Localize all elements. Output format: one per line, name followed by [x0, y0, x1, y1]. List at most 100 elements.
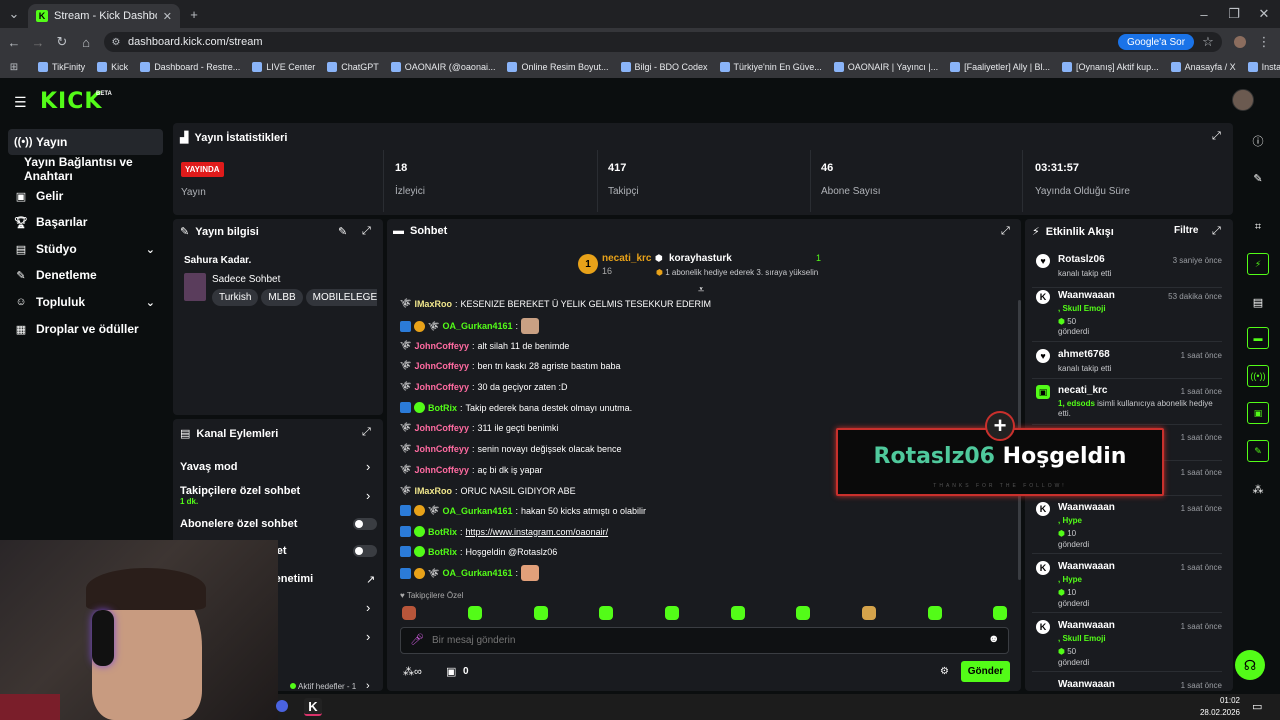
emote-icon[interactable]: [468, 606, 482, 620]
expand-icon[interactable]: ⤢: [362, 225, 371, 238]
sidebar-item-studio[interactable]: ▤ Stüdyo ⌄: [8, 236, 163, 262]
bookmark-item[interactable]: OAONAIR (@oaonai...: [390, 62, 495, 72]
bookmark-item[interactable]: TikFinity: [38, 62, 85, 72]
bookmark-item[interactable]: LIVE Center: [252, 62, 315, 72]
chat-username[interactable]: JohnCoffeyy: [414, 423, 469, 433]
bookmark-item[interactable]: Kick: [97, 62, 128, 72]
emote-only-toggle[interactable]: [353, 545, 377, 557]
chat-username[interactable]: BotRix: [428, 403, 457, 413]
tag-chip[interactable]: Turkish: [212, 289, 259, 306]
bookmark-item[interactable]: OAONAIR | Yayıncı |...: [833, 62, 938, 72]
active-goals-label[interactable]: Aktif hedefler - 1: [298, 682, 356, 691]
sidebar-item-revenue[interactable]: ▣ Gelir: [8, 183, 163, 209]
back-icon[interactable]: ←: [6, 34, 22, 50]
emote-icon[interactable]: [599, 606, 613, 620]
bookmark-item[interactable]: Instant Background...: [1247, 62, 1280, 72]
kick-taskbar-icon[interactable]: K: [304, 698, 322, 716]
edit-icon[interactable]: ✎: [338, 225, 347, 238]
event-user[interactable]: Waanwaaan: [1058, 502, 1115, 513]
broadcast-icon[interactable]: ((•)): [1247, 365, 1269, 387]
chat-bubble-icon[interactable]: ▬: [1247, 327, 1269, 349]
emote-icon[interactable]: [796, 606, 810, 620]
bookmark-item[interactable]: Bilgi - BDO Codex: [620, 62, 708, 72]
bookmark-item[interactable]: Anasayfa / X: [1170, 62, 1236, 72]
emote-icon[interactable]: [993, 606, 1007, 620]
chat-input[interactable]: [432, 632, 972, 649]
bookmark-item[interactable]: Dashboard - Restre...: [140, 62, 240, 72]
chat-username[interactable]: OA_Gurkan4161: [442, 506, 512, 516]
followers-only-label[interactable]: Takipçilere özel sohbet: [180, 485, 300, 497]
event-user[interactable]: Waanwaaan: [1058, 561, 1115, 572]
chat-username[interactable]: OA_Gurkan4161: [442, 321, 512, 331]
menu-hamburger-icon[interactable]: ☰: [14, 94, 27, 111]
emote-icon[interactable]: [534, 606, 548, 620]
sidebar-item-community[interactable]: ☺ Topluluk ⌄: [8, 289, 163, 315]
profile-avatar-icon[interactable]: [1234, 36, 1246, 48]
chat-username[interactable]: BotRix: [428, 547, 457, 557]
bookmark-star-icon[interactable]: ☆: [1200, 34, 1216, 50]
google-ask-button[interactable]: Google'a Sor: [1118, 34, 1194, 50]
emote-icon[interactable]: [665, 606, 679, 620]
tab-search-icon[interactable]: ⌄: [6, 6, 22, 22]
user-avatar[interactable]: [1232, 89, 1254, 111]
kicks-icon[interactable]: ⁂: [1250, 481, 1266, 497]
home-icon[interactable]: ⌂: [78, 34, 94, 50]
sidebar-item-stream-key[interactable]: Yayın Bağlantısı ve Anahtarı: [18, 155, 170, 183]
channel-points-icon[interactable]: ▣: [446, 665, 456, 678]
top-gifter-name[interactable]: necati_krc: [602, 253, 651, 264]
lightning-icon[interactable]: ⚡︎: [1247, 253, 1269, 275]
chevron-right-icon[interactable]: ›: [366, 488, 370, 503]
sidebar-item-moderation[interactable]: ✎ Denetleme: [8, 262, 163, 288]
send-button[interactable]: Gönder: [961, 661, 1010, 682]
info-icon[interactable]: ⓘ: [1250, 133, 1266, 149]
chat-username[interactable]: JohnCoffeyy: [414, 444, 469, 454]
apps-grid-icon[interactable]: ⊞: [6, 59, 22, 75]
forward-icon[interactable]: →: [30, 34, 46, 50]
bookmark-item[interactable]: [Faaliyetler] Ally | Bl...: [950, 62, 1050, 72]
pinned-user-name[interactable]: korayhasturk: [669, 253, 732, 264]
kicks-infinity-icon[interactable]: ⁂∞: [403, 665, 422, 678]
site-info-icon[interactable]: ⚙: [108, 34, 124, 50]
kick-logo[interactable]: KICK: [40, 89, 102, 114]
event-user[interactable]: necati_krc: [1058, 385, 1107, 396]
chat-username[interactable]: BotRix: [428, 527, 457, 537]
wrench-icon[interactable]: ✎: [1247, 440, 1269, 462]
document-icon[interactable]: ▤: [1250, 294, 1266, 310]
mic-icon[interactable]: 🎤︎: [410, 633, 424, 646]
chevron-right-icon[interactable]: ›: [366, 459, 370, 474]
chat-username[interactable]: JohnCoffeyy: [414, 341, 469, 351]
slow-mode-label[interactable]: Yavaş mod: [180, 461, 237, 473]
event-user[interactable]: Waanwaaan: [1058, 679, 1115, 690]
bookmark-item[interactable]: [Oynanış] Aktif kup...: [1062, 62, 1159, 72]
layout-icon[interactable]: ▣: [1247, 402, 1269, 424]
emote-icon[interactable]: [928, 606, 942, 620]
tag-chip[interactable]: MOBILELEGEN: [305, 289, 377, 306]
chat-username[interactable]: JohnCoffeyy: [414, 382, 469, 392]
event-user[interactable]: Waanwaaan: [1058, 620, 1115, 631]
chat-username[interactable]: JohnCoffeyy: [414, 361, 469, 371]
chevron-right-icon[interactable]: ›: [366, 680, 370, 692]
browser-tab[interactable]: K Stream - Kick Dashboard ✕: [28, 4, 180, 28]
chat-username[interactable]: IMaxRoo: [414, 299, 452, 309]
chevron-right-icon[interactable]: ›: [366, 629, 370, 644]
emote-icon[interactable]: [731, 606, 745, 620]
bookmark-item[interactable]: Online Resim Boyut...: [507, 62, 609, 72]
expand-icon[interactable]: ⤢: [1212, 225, 1221, 238]
support-headset-icon[interactable]: ☊: [1235, 650, 1265, 680]
chevron-right-icon[interactable]: ›: [366, 600, 370, 615]
close-window-icon[interactable]: ✕: [1256, 6, 1272, 22]
bookmark-item[interactable]: ChatGPT: [327, 62, 379, 72]
pencil-icon[interactable]: ✎: [1250, 170, 1266, 186]
restore-icon[interactable]: ❐: [1226, 6, 1242, 22]
new-tab-icon[interactable]: +: [186, 6, 202, 22]
address-bar[interactable]: dashboard.kick.com/stream: [104, 32, 1222, 52]
tab-close-icon[interactable]: ✕: [163, 10, 172, 23]
emote-icon[interactable]: [402, 606, 416, 620]
minimize-icon[interactable]: –: [1196, 6, 1212, 22]
expand-icon[interactable]: ⤢: [1212, 130, 1221, 143]
chat-username[interactable]: JohnCoffeyy: [414, 465, 469, 475]
category-name[interactable]: Sadece Sohbet: [212, 274, 280, 285]
discord-taskbar-icon[interactable]: [276, 700, 288, 712]
browser-menu-icon[interactable]: ⋮: [1256, 34, 1272, 50]
sidebar-item-stream[interactable]: ((•)) Yayın: [8, 129, 163, 155]
